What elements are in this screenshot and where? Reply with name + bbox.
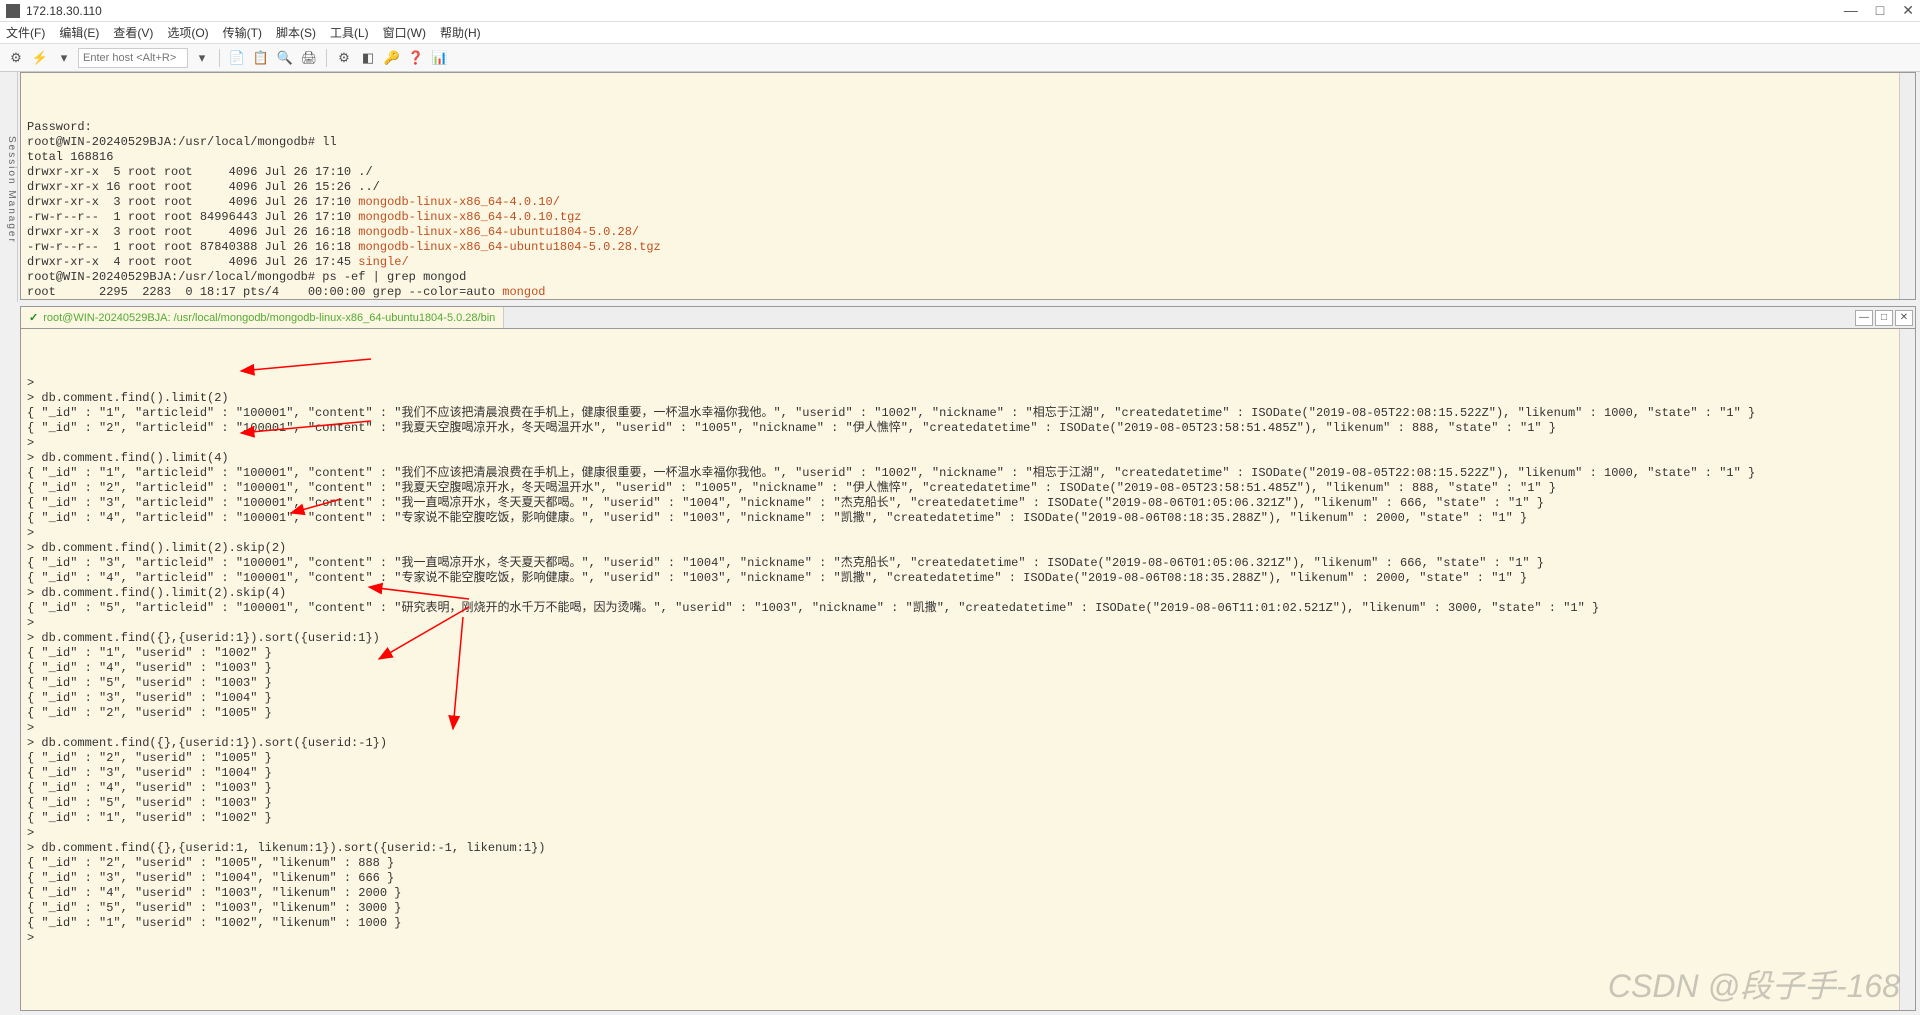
annotation-arrow xyxy=(241,359,371,371)
session-manager-tab[interactable]: Session Manager xyxy=(0,72,18,302)
terminal-line: { "_id" : "2", "articleid" : "100001", "… xyxy=(27,481,1909,496)
terminal-line: { "_id" : "2", "articleid" : "100001", "… xyxy=(27,421,1909,436)
terminal-line: > db.comment.find().limit(2) xyxy=(27,391,1909,406)
menu-options[interactable]: 选项(O) xyxy=(167,24,208,41)
terminal-line: > xyxy=(27,721,1909,736)
go-icon[interactable]: ▾ xyxy=(192,48,212,68)
terminal-line: { "_id" : "3", "userid" : "1004" } xyxy=(27,766,1909,781)
separator xyxy=(219,49,220,67)
terminal-line: drwxr-xr-x 16 root root 4096 Jul 26 15:2… xyxy=(27,180,1909,195)
terminal-line: -rw-r--r-- 1 root root 84996443 Jul 26 1… xyxy=(27,210,1909,225)
terminal-line: drwxr-xr-x 3 root root 4096 Jul 26 17:10… xyxy=(27,195,1909,210)
terminal-line: { "_id" : "4", "userid" : "1003", "liken… xyxy=(27,886,1909,901)
terminal-line: { "_id" : "4", "userid" : "1003" } xyxy=(27,661,1909,676)
terminal-line: { "_id" : "1", "userid" : "1002", "liken… xyxy=(27,916,1909,931)
terminal-line: Password: xyxy=(27,120,1909,135)
terminal-line: > xyxy=(27,616,1909,631)
menubar: 文件(F) 编辑(E) 查看(V) 选项(O) 传输(T) 脚本(S) 工具(L… xyxy=(0,22,1920,44)
terminal-line: { "_id" : "3", "userid" : "1004" } xyxy=(27,691,1909,706)
minimize-button[interactable]: — xyxy=(1844,2,1858,19)
terminal-line: drwxr-xr-x 3 root root 4096 Jul 26 16:18… xyxy=(27,225,1909,240)
scrollbar[interactable] xyxy=(1899,329,1915,1010)
terminal-line: { "_id" : "3", "articleid" : "100001", "… xyxy=(27,556,1909,571)
terminal-line: { "_id" : "2", "userid" : "1005", "liken… xyxy=(27,856,1909,871)
terminal-line: > db.comment.find({},{userid:1, likenum:… xyxy=(27,841,1909,856)
terminal-line: { "_id" : "4", "articleid" : "100001", "… xyxy=(27,511,1909,526)
separator xyxy=(326,49,327,67)
menu-tools[interactable]: 工具(L) xyxy=(330,24,369,41)
dropdown-icon[interactable]: ▾ xyxy=(54,48,74,68)
settings-icon[interactable]: ⚙ xyxy=(334,48,354,68)
terminal-line: -rw-r--r-- 1 root root 87840388 Jul 26 1… xyxy=(27,240,1909,255)
menu-transfer[interactable]: 传输(T) xyxy=(223,24,262,41)
quick-connect-icon[interactable]: ⚡ xyxy=(30,48,50,68)
terminal-line: root@WIN-20240529BJA:/usr/local/mongodb#… xyxy=(27,270,1909,285)
key-icon[interactable]: 🔑 xyxy=(382,48,402,68)
pane-min-button[interactable]: — xyxy=(1855,310,1873,326)
terminal-line: { "_id" : "5", "articleid" : "100001", "… xyxy=(27,601,1909,616)
terminal-line: > db.comment.find().limit(4) xyxy=(27,451,1909,466)
paste-icon[interactable]: 📋 xyxy=(251,48,271,68)
menu-help[interactable]: 帮助(H) xyxy=(440,24,481,41)
terminal-line: root 2295 2283 0 18:17 pts/4 00:00:00 gr… xyxy=(27,285,1909,300)
terminal-line: { "_id" : "1", "articleid" : "100001", "… xyxy=(27,406,1909,421)
terminal-line: drwxr-xr-x 4 root root 4096 Jul 26 17:45… xyxy=(27,255,1909,270)
terminal-line: total 168816 xyxy=(27,150,1909,165)
terminal-bottom[interactable]: >> db.comment.find().limit(2){ "_id" : "… xyxy=(20,328,1916,1011)
find-icon[interactable]: 🔍 xyxy=(275,48,295,68)
terminal-line: > xyxy=(27,376,1909,391)
chart-icon[interactable]: 📊 xyxy=(430,48,450,68)
host-input[interactable] xyxy=(78,48,188,68)
titlebar: 172.18.30.110 — □ ✕ xyxy=(0,0,1920,22)
terminal-line: > db.comment.find().limit(2).skip(2) xyxy=(27,541,1909,556)
pane-max-button[interactable]: □ xyxy=(1875,310,1893,326)
terminal-line: { "_id" : "1", "userid" : "1002" } xyxy=(27,646,1909,661)
terminal-line: { "_id" : "3", "articleid" : "100001", "… xyxy=(27,496,1909,511)
terminal-line: { "_id" : "1", "userid" : "1002" } xyxy=(27,811,1909,826)
maximize-button[interactable]: □ xyxy=(1876,2,1884,19)
terminal-line: { "_id" : "3", "userid" : "1004", "liken… xyxy=(27,871,1909,886)
check-icon: ✓ xyxy=(29,311,38,324)
tab-active[interactable]: ✓ root@WIN-20240529BJA: /usr/local/mongo… xyxy=(21,307,504,328)
terminal-top[interactable]: Password:root@WIN-20240529BJA:/usr/local… xyxy=(20,72,1916,300)
window-title: 172.18.30.110 xyxy=(26,4,1844,18)
scrollbar[interactable] xyxy=(1899,73,1915,299)
terminal-line: > xyxy=(27,436,1909,451)
help-icon[interactable]: ❓ xyxy=(406,48,426,68)
bottom-tabbar: ✓ root@WIN-20240529BJA: /usr/local/mongo… xyxy=(20,306,1916,328)
pane-close-button[interactable]: ✕ xyxy=(1895,310,1913,326)
tab-label: root@WIN-20240529BJA: /usr/local/mongodb… xyxy=(43,312,495,324)
terminal-line: { "_id" : "5", "userid" : "1003", "liken… xyxy=(27,901,1909,916)
menu-file[interactable]: 文件(F) xyxy=(6,24,45,41)
print-icon[interactable]: 🖨 xyxy=(299,48,319,68)
toolbar: ⚙ ⚡ ▾ ▾ 📄 📋 🔍 🖨 ⚙ ◧ 🔑 ❓ 📊 xyxy=(0,44,1920,72)
terminal-line: { "_id" : "2", "userid" : "1005" } xyxy=(27,706,1909,721)
menu-script[interactable]: 脚本(S) xyxy=(276,24,316,41)
terminal-line: root@WIN-20240529BJA:/usr/local/mongodb#… xyxy=(27,135,1909,150)
copy-icon[interactable]: 📄 xyxy=(227,48,247,68)
app-icon xyxy=(6,4,20,18)
terminal-line: { "_id" : "4", "userid" : "1003" } xyxy=(27,781,1909,796)
terminal-line: { "_id" : "5", "userid" : "1003" } xyxy=(27,676,1909,691)
session-icon[interactable]: ◧ xyxy=(358,48,378,68)
terminal-line: > xyxy=(27,826,1909,841)
terminal-line: > db.comment.find({},{userid:1}).sort({u… xyxy=(27,736,1909,751)
terminal-line: > xyxy=(27,526,1909,541)
terminal-line: { "_id" : "5", "userid" : "1003" } xyxy=(27,796,1909,811)
menu-edit[interactable]: 编辑(E) xyxy=(59,24,99,41)
terminal-line: { "_id" : "2", "userid" : "1005" } xyxy=(27,751,1909,766)
menu-window[interactable]: 窗口(W) xyxy=(383,24,426,41)
terminal-line: { "_id" : "4", "articleid" : "100001", "… xyxy=(27,571,1909,586)
connect-icon[interactable]: ⚙ xyxy=(6,48,26,68)
terminal-line: { "_id" : "1", "articleid" : "100001", "… xyxy=(27,466,1909,481)
menu-view[interactable]: 查看(V) xyxy=(113,24,153,41)
terminal-line: > xyxy=(27,931,1909,946)
close-button[interactable]: ✕ xyxy=(1902,2,1914,19)
terminal-line: > db.comment.find().limit(2).skip(4) xyxy=(27,586,1909,601)
terminal-line: drwxr-xr-x 5 root root 4096 Jul 26 17:10… xyxy=(27,165,1909,180)
terminal-line: > db.comment.find({},{userid:1}).sort({u… xyxy=(27,631,1909,646)
